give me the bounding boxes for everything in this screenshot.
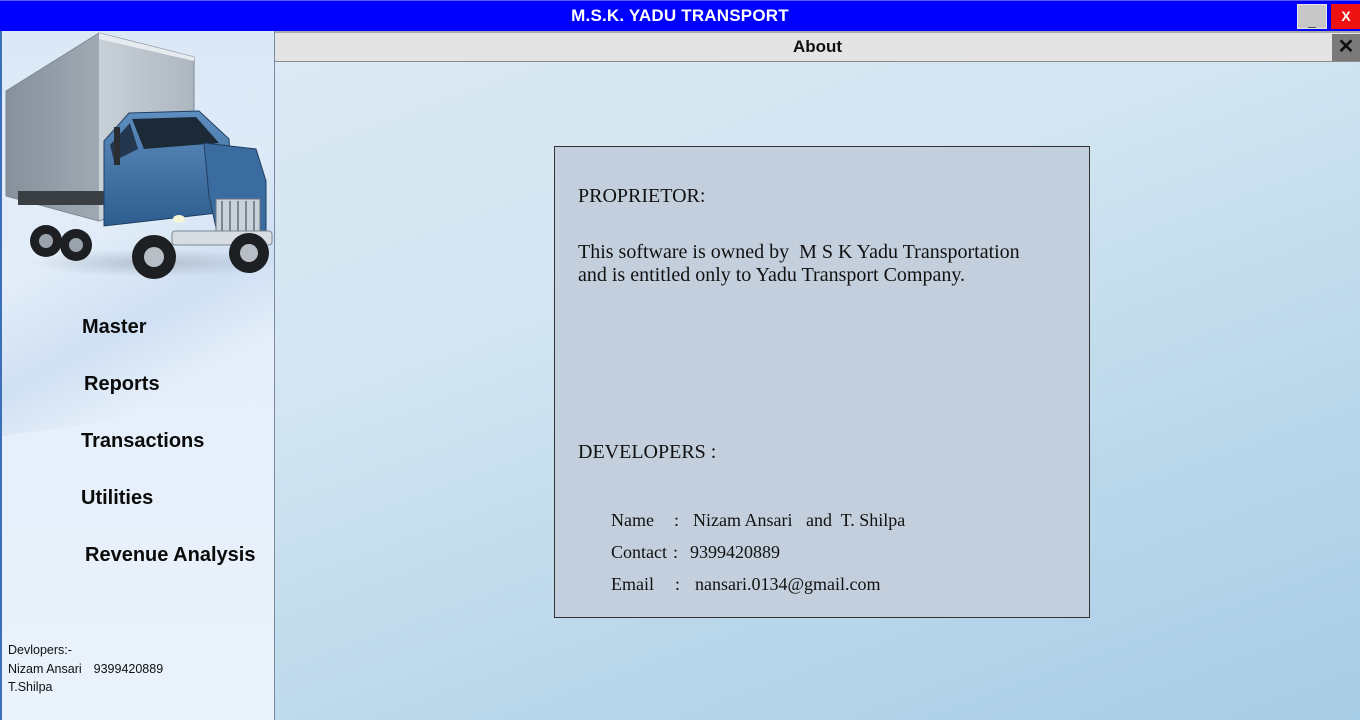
developer-name: Nizam Ansari	[8, 661, 82, 676]
developers-note-line2: T.Shilpa	[8, 680, 53, 694]
email-value: nansari.0134@gmail.com	[695, 574, 881, 594]
main-content: About ✕ PROPRIETOR: This software is own…	[275, 31, 1360, 720]
menu-reports[interactable]: Reports	[84, 373, 160, 396]
minimize-button[interactable]: _	[1297, 4, 1327, 29]
panel-title: About	[792, 37, 843, 56]
developer-email-row: Email: nansari.0134@gmail.com	[575, 553, 881, 616]
close-button[interactable]: X	[1331, 4, 1360, 29]
menu-utilities[interactable]: Utilities	[81, 487, 153, 510]
developer-phone: 9399420889	[93, 661, 164, 676]
menu-master[interactable]: Master	[82, 316, 146, 339]
title-bar: M.S.K. YADU TRANSPORT _ X	[0, 0, 1360, 31]
app-window: M.S.K. YADU TRANSPORT _ X Master Reports…	[0, 0, 1360, 720]
proprietor-heading: PROPRIETOR:	[578, 185, 706, 207]
email-label: Email	[611, 574, 654, 594]
minimize-icon: _	[1308, 12, 1316, 28]
about-box: PROPRIETOR: This software is owned by M …	[554, 146, 1090, 618]
proprietor-text-line1: This software is owned by M S K Yadu Tra…	[578, 241, 1020, 263]
panel-close-button[interactable]: ✕	[1332, 34, 1360, 61]
email-separator: :	[675, 574, 681, 594]
proprietor-text-line2: and is entitled only to Yadu Transport C…	[578, 264, 966, 286]
truck-icon	[5, 32, 274, 279]
developers-note-line1: Nizam Ansari 9399420889	[8, 660, 163, 679]
menu-revenue-analysis[interactable]: Revenue Analysis	[85, 544, 255, 567]
close-icon: X	[1341, 8, 1351, 24]
developers-note: Devlopers:- Nizam Ansari 9399420889 T.Shi…	[8, 641, 163, 697]
menu-transactions[interactable]: Transactions	[81, 430, 204, 453]
sidebar: Master Reports Transactions Utilities Re…	[0, 31, 275, 720]
about-panel-header: About ✕	[275, 31, 1360, 62]
truck-image	[4, 31, 274, 281]
close-icon: ✕	[1337, 36, 1355, 58]
developers-note-heading: Devlopers:-	[8, 643, 72, 657]
window-title: M.S.K. YADU TRANSPORT	[571, 6, 789, 25]
developers-heading: DEVELOPERS :	[578, 441, 717, 463]
